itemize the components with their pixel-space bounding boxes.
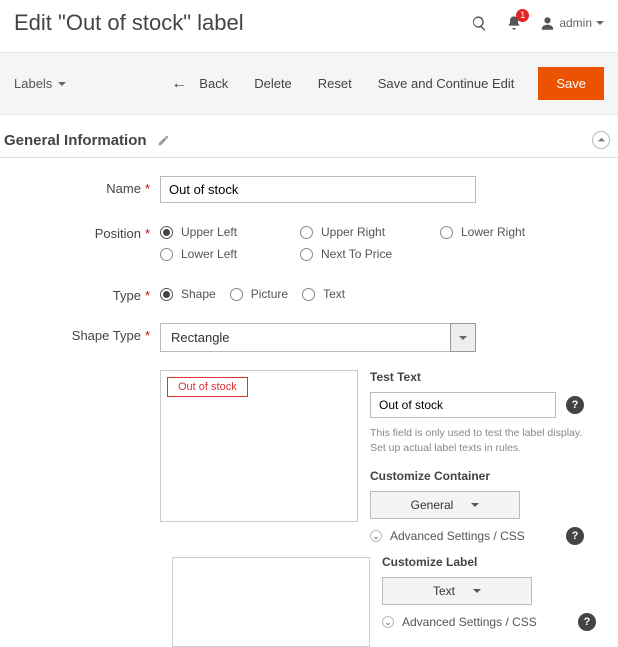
customize-container-select[interactable]: General bbox=[370, 491, 520, 519]
search-icon[interactable] bbox=[471, 15, 488, 32]
expand-icon[interactable]: ⌄ bbox=[370, 530, 382, 542]
type-option[interactable]: Shape bbox=[160, 283, 216, 305]
type-option[interactable]: Picture bbox=[230, 283, 288, 305]
radio-icon bbox=[300, 226, 313, 239]
back-label: Back bbox=[197, 72, 230, 95]
radio-icon bbox=[160, 248, 173, 261]
position-option[interactable]: Upper Left bbox=[160, 221, 300, 243]
notification-badge: 1 bbox=[516, 9, 529, 22]
test-text-input[interactable] bbox=[370, 392, 556, 418]
customize-label-value: Text bbox=[433, 584, 455, 598]
customize-container-label: Customize Container bbox=[370, 469, 584, 483]
position-label: Position* bbox=[0, 221, 160, 241]
shape-type-select[interactable]: Rectangle bbox=[160, 323, 476, 352]
delete-button[interactable]: Delete bbox=[252, 72, 294, 95]
caret-down-icon bbox=[473, 589, 481, 597]
reset-button[interactable]: Reset bbox=[316, 72, 354, 95]
caret-down-icon bbox=[471, 503, 479, 511]
label-preview-secondary bbox=[172, 557, 370, 647]
notifications-icon[interactable]: 1 bbox=[506, 15, 522, 31]
radio-label: Lower Right bbox=[461, 225, 525, 239]
position-option[interactable]: Upper Right bbox=[300, 221, 440, 243]
radio-icon bbox=[302, 288, 315, 301]
radio-label: Upper Right bbox=[321, 225, 385, 239]
radio-icon bbox=[300, 248, 313, 261]
help-icon[interactable]: ? bbox=[578, 613, 596, 631]
radio-label: Lower Left bbox=[181, 247, 237, 261]
expand-icon[interactable]: ⌄ bbox=[382, 616, 394, 628]
pencil-icon[interactable] bbox=[157, 134, 170, 147]
test-text-label: Test Text bbox=[370, 370, 584, 384]
labels-dropdown[interactable]: Labels bbox=[14, 76, 66, 91]
radio-label: Text bbox=[323, 287, 345, 301]
shape-type-value: Rectangle bbox=[160, 323, 450, 352]
save-button[interactable]: Save bbox=[538, 67, 604, 100]
arrow-left-icon: ← bbox=[171, 75, 187, 93]
help-icon[interactable]: ? bbox=[566, 527, 584, 545]
help-icon[interactable]: ? bbox=[566, 396, 584, 414]
labels-dropdown-label: Labels bbox=[14, 76, 52, 91]
caret-down-icon bbox=[596, 21, 604, 29]
customize-label-label: Customize Label bbox=[382, 555, 596, 569]
position-option[interactable]: Lower Right bbox=[440, 221, 580, 243]
user-menu[interactable]: admin bbox=[540, 16, 604, 31]
radio-label: Next To Price bbox=[321, 247, 392, 261]
radio-icon bbox=[440, 226, 453, 239]
advanced-container-link[interactable]: Advanced Settings / CSS bbox=[390, 529, 525, 543]
radio-icon bbox=[230, 288, 243, 301]
test-text-hint: This field is only used to test the labe… bbox=[370, 426, 584, 455]
page-title: Edit "Out of stock" label bbox=[14, 10, 471, 36]
save-continue-button[interactable]: Save and Continue Edit bbox=[376, 72, 517, 95]
position-option[interactable]: Lower Left bbox=[160, 243, 300, 265]
back-button[interactable]: ← Back bbox=[171, 72, 230, 95]
advanced-label-link[interactable]: Advanced Settings / CSS bbox=[402, 615, 537, 629]
radio-icon bbox=[160, 226, 173, 239]
position-option[interactable]: Next To Price bbox=[300, 243, 440, 265]
radio-label: Shape bbox=[181, 287, 216, 301]
type-label: Type* bbox=[0, 283, 160, 303]
label-preview: Out of stock bbox=[160, 370, 358, 522]
username: admin bbox=[559, 16, 592, 30]
radio-icon bbox=[160, 288, 173, 301]
radio-label: Picture bbox=[251, 287, 288, 301]
name-input[interactable] bbox=[160, 176, 476, 203]
chevron-down-icon bbox=[450, 323, 476, 352]
shape-type-label: Shape Type* bbox=[0, 323, 160, 343]
type-option[interactable]: Text bbox=[302, 283, 345, 305]
collapse-section-button[interactable] bbox=[592, 131, 610, 149]
preview-tag: Out of stock bbox=[167, 377, 248, 397]
name-label: Name* bbox=[0, 176, 160, 196]
user-icon bbox=[540, 16, 555, 31]
customize-label-select[interactable]: Text bbox=[382, 577, 532, 605]
customize-container-value: General bbox=[411, 498, 454, 512]
section-title: General Information bbox=[4, 132, 147, 149]
caret-down-icon bbox=[58, 82, 66, 90]
radio-label: Upper Left bbox=[181, 225, 237, 239]
